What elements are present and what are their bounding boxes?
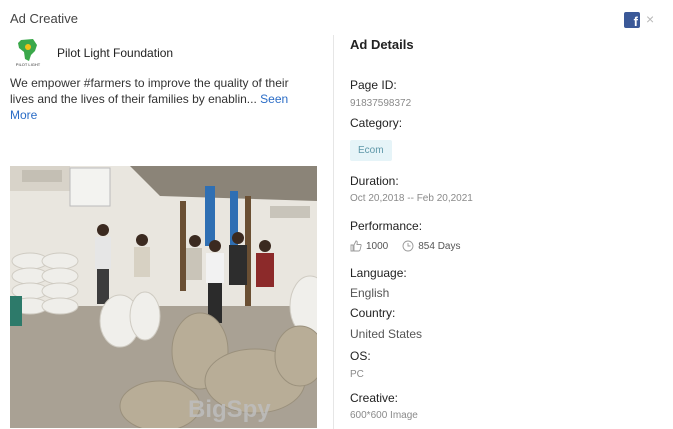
facebook-icon[interactable]: f (624, 12, 640, 28)
ad-image[interactable]: BigSpy (10, 166, 317, 428)
country-label: Country: (350, 306, 396, 320)
language-label: Language: (350, 266, 407, 280)
panel-divider (333, 35, 334, 429)
performance-row: 1000 854 Days (350, 240, 461, 252)
duration-label: Duration: (350, 174, 399, 188)
logo-caption: PILOT LIGHT (16, 62, 41, 67)
page-id-value: 91837598372 (350, 98, 412, 109)
category-tag[interactable]: Ecom (350, 140, 392, 161)
close-icon[interactable]: × (646, 11, 654, 27)
duration-value: Oct 20,2018 -- Feb 20,2021 (350, 193, 473, 204)
likes-count: 1000 (366, 240, 389, 252)
page-id-label: Page ID: (350, 78, 397, 92)
category-label: Category: (350, 116, 403, 130)
panel-title: Ad Creative (10, 11, 78, 26)
days-count: 854 Days (418, 240, 461, 252)
image-watermark: BigSpy (188, 396, 271, 423)
page-name[interactable]: Pilot Light Foundation (57, 46, 173, 60)
ad-body-text: We empower #farmers to improve the quali… (10, 75, 300, 123)
page-logo[interactable]: PILOT LIGHT (13, 37, 43, 67)
ad-text-content: We empower #farmers to improve the quali… (10, 76, 289, 106)
performance-label: Performance: (350, 219, 423, 233)
details-title: Ad Details (350, 37, 414, 52)
country-value: United States (350, 327, 423, 341)
ad-image-scene: BigSpy (10, 166, 317, 428)
thumbs-up-icon (350, 240, 362, 252)
os-value: PC (350, 369, 364, 380)
creative-label: Creative: (350, 391, 399, 405)
creative-value: 600*600 Image (350, 410, 418, 421)
clock-icon (402, 240, 414, 252)
os-label: OS: (350, 349, 371, 363)
language-value: English (350, 286, 390, 300)
